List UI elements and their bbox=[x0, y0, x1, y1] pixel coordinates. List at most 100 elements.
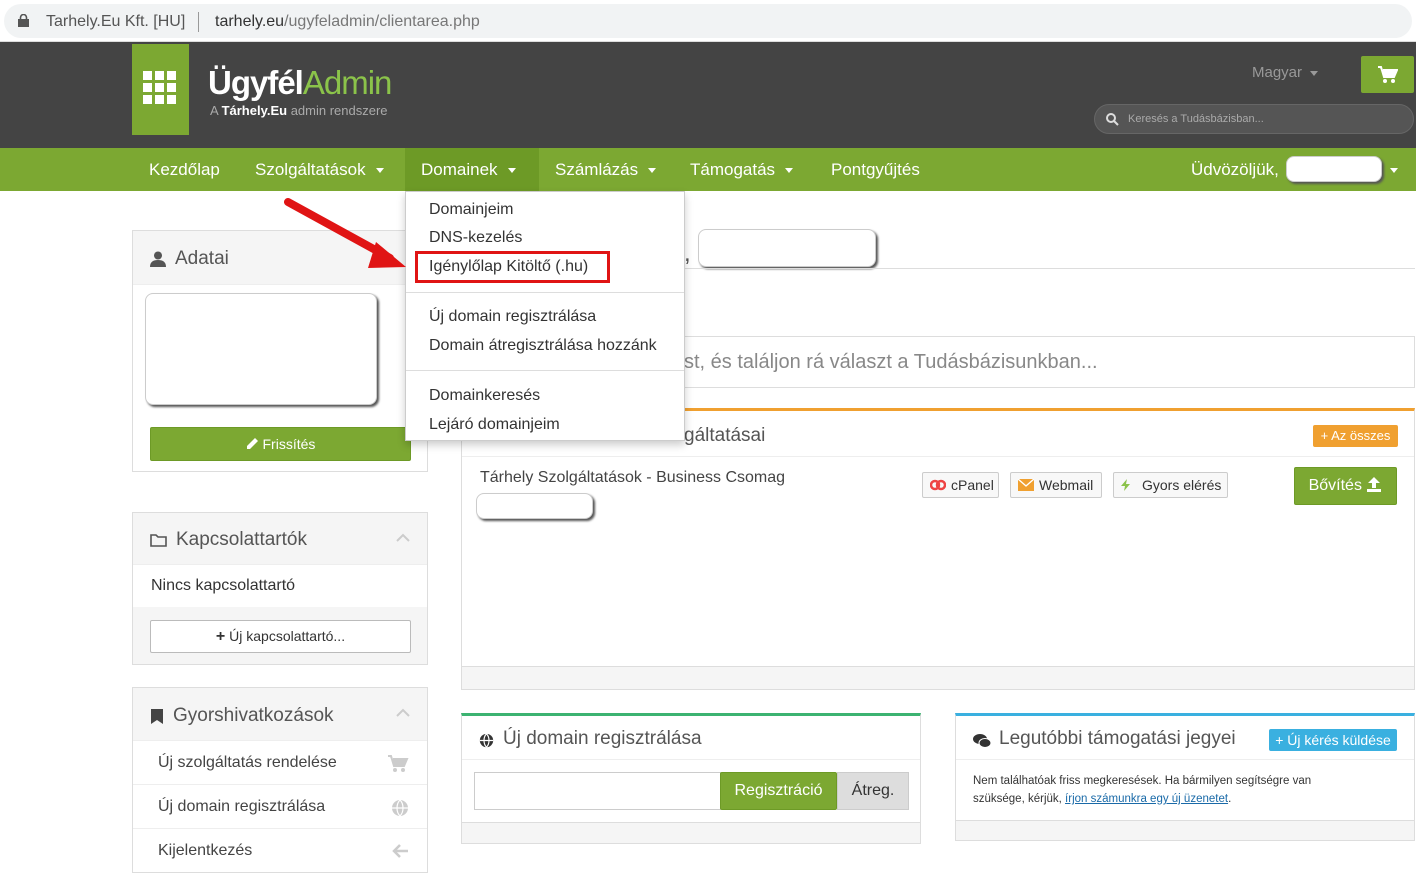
new-domain-title: Új domain regisztrálása bbox=[503, 728, 702, 749]
webmail-label: Webmail bbox=[1039, 477, 1094, 493]
tickets-text-period: . bbox=[1228, 793, 1232, 805]
shortcut-label: Új szolgáltatás rendelése bbox=[158, 754, 337, 771]
quick-access-link[interactable]: Gyors elérés bbox=[1113, 472, 1228, 498]
kb-main-search-input[interactable]: st, és találjon rá választ a Tudásbázisu… bbox=[684, 336, 1415, 388]
nav-home[interactable]: Kezdőlap bbox=[149, 148, 220, 191]
tickets-footer bbox=[956, 820, 1414, 840]
menu-divider bbox=[406, 292, 684, 293]
shortcuts-title: Gyorshivatkozások bbox=[173, 705, 334, 726]
chevron-down-icon bbox=[785, 168, 794, 174]
menu-divider bbox=[406, 370, 684, 371]
comments-icon bbox=[973, 734, 991, 748]
address-divider bbox=[198, 12, 199, 32]
nav-billing-label: Számlázás bbox=[555, 160, 639, 179]
logo-subtitle: A Tárhely.Eu admin rendszere bbox=[210, 103, 388, 118]
chevron-up-icon[interactable] bbox=[396, 708, 410, 717]
site-identity[interactable]: Tarhely.Eu Kft. [HU] bbox=[46, 13, 185, 31]
highlight-box bbox=[415, 251, 610, 283]
services-title: gáltatásai bbox=[684, 425, 766, 446]
new-ticket-button[interactable]: + Új kérés küldése bbox=[1269, 729, 1397, 751]
chevron-up-icon[interactable] bbox=[396, 533, 410, 542]
nav-domains[interactable]: Domainek bbox=[405, 148, 539, 191]
redacted-username bbox=[1286, 156, 1382, 182]
plus-icon: + bbox=[215, 628, 226, 645]
register-button[interactable]: Regisztráció bbox=[720, 772, 837, 810]
logo-sub-brand: Tárhely.Eu bbox=[221, 103, 288, 118]
user-greeting[interactable]: Üdvözöljük, bbox=[1191, 148, 1279, 191]
welcome-underline bbox=[684, 268, 1415, 269]
address-bar[interactable]: Tarhely.Eu Kft. [HU] tarhely.eu/ugyfelad… bbox=[4, 4, 1412, 38]
tickets-empty-text: Nem találhatóak friss megkeresések. Ha b… bbox=[973, 772, 1393, 808]
nav-billing[interactable]: Számlázás bbox=[555, 148, 657, 191]
contacts-title: Kapcsolattartók bbox=[176, 529, 307, 550]
shortcuts-header: Gyorshivatkozások bbox=[133, 688, 427, 740]
menu-item-my-domains[interactable]: Domainjeim bbox=[429, 201, 513, 219]
chevron-down-icon bbox=[1310, 70, 1319, 76]
pencil-icon bbox=[246, 438, 258, 449]
nav-domains-label: Domainek bbox=[421, 160, 498, 179]
logo-accent: Admin bbox=[302, 64, 393, 101]
upgrade-button[interactable]: Bővítés bbox=[1294, 467, 1397, 505]
shortcut-logout[interactable]: Kijelentkezés bbox=[133, 828, 427, 872]
shortcut-new-domain[interactable]: Új domain regisztrálása bbox=[133, 784, 427, 828]
new-contact-button[interactable]: + Új kapcsolattartó... bbox=[150, 620, 411, 653]
redacted-service-domain bbox=[476, 493, 593, 519]
redacted-address bbox=[145, 293, 377, 405]
contacts-header: Kapcsolattartók bbox=[133, 513, 427, 565]
cpanel-icon bbox=[930, 479, 946, 491]
search-icon bbox=[1106, 113, 1119, 126]
domain-input[interactable] bbox=[474, 772, 721, 810]
transfer-button[interactable]: Átreg. bbox=[837, 772, 909, 810]
tickets-panel: Legutóbbi támogatási jegyei + Új kérés k… bbox=[955, 713, 1415, 841]
main-nav: Kezdőlap Szolgáltatások Domainek Számláz… bbox=[0, 148, 1416, 191]
shortcut-new-service[interactable]: Új szolgáltatás rendelése bbox=[133, 740, 427, 784]
cart-button[interactable] bbox=[1361, 56, 1414, 93]
chevron-down-icon bbox=[648, 168, 657, 174]
shortcut-label: Kijelentkezés bbox=[158, 842, 253, 859]
nav-services[interactable]: Szolgáltatások bbox=[255, 148, 384, 191]
nav-support[interactable]: Támogatás bbox=[690, 148, 794, 191]
webmail-link[interactable]: Webmail bbox=[1010, 472, 1102, 498]
logo-sub-prefix: A bbox=[210, 103, 222, 118]
redacted-welcome-name bbox=[698, 229, 876, 267]
kb-search-input[interactable]: Keresés a Tudásbázisban... bbox=[1094, 104, 1414, 134]
refresh-button[interactable]: Frissítés bbox=[150, 427, 411, 461]
welcome-comma: , bbox=[684, 240, 691, 267]
service-name[interactable]: Tárhely Szolgáltatások - Business Csomag bbox=[480, 469, 785, 487]
language-selector[interactable]: Magyar bbox=[1252, 64, 1319, 81]
logo-title[interactable]: ÜgyfélAdmin bbox=[208, 64, 393, 102]
upload-icon bbox=[1367, 477, 1382, 492]
view-all-button[interactable]: + Az összes bbox=[1313, 425, 1398, 447]
transfer-label: Átreg. bbox=[851, 782, 895, 799]
nav-services-label: Szolgáltatások bbox=[255, 160, 366, 179]
menu-item-domain-search[interactable]: Domainkeresés bbox=[429, 387, 540, 405]
menu-item-register-domain[interactable]: Új domain regisztrálása bbox=[429, 308, 596, 326]
greeting-label: Üdvözöljük, bbox=[1191, 160, 1279, 179]
tickets-title: Legutóbbi támogatási jegyei bbox=[999, 728, 1236, 749]
menu-item-dns[interactable]: DNS-kezelés bbox=[429, 229, 522, 247]
chevron-down-icon bbox=[375, 168, 384, 174]
logo-grid-icon[interactable] bbox=[132, 44, 189, 135]
kb-main-search-placeholder: st, és találjon rá választ a Tudásbázisu… bbox=[684, 351, 1098, 373]
menu-item-expiring-domains[interactable]: Lejáró domainjeim bbox=[429, 416, 560, 434]
nav-points[interactable]: Pontgyűjtés bbox=[831, 148, 920, 191]
logo-sub-suffix: admin rendszere bbox=[287, 103, 388, 118]
lock-icon bbox=[18, 14, 29, 27]
details-title: Adatai bbox=[175, 248, 229, 269]
bolt-icon bbox=[1121, 479, 1130, 491]
menu-item-transfer-domain[interactable]: Domain átregisztrálása hozzánk bbox=[429, 337, 657, 355]
shortcuts-panel: Gyorshivatkozások Új szolgáltatás rendel… bbox=[132, 687, 428, 873]
nav-support-label: Támogatás bbox=[690, 160, 776, 179]
cart-icon bbox=[388, 755, 409, 772]
globe-icon bbox=[392, 799, 408, 817]
tickets-text-line2: szüksége, kérjük, bbox=[973, 793, 1066, 805]
new-message-link[interactable]: írjon számunkra egy új üzenetet bbox=[1065, 793, 1228, 805]
chevron-down-icon[interactable] bbox=[1390, 168, 1398, 173]
contacts-panel: Kapcsolattartók Nincs kapcsolattartó + Ú… bbox=[132, 512, 428, 665]
new-contact-label: Új kapcsolattartó... bbox=[229, 628, 346, 644]
annotation-arrow-icon bbox=[284, 198, 406, 268]
url-text[interactable]: tarhely.eu/ugyfeladmin/clientarea.php bbox=[215, 13, 480, 31]
register-label: Regisztráció bbox=[734, 782, 823, 799]
cpanel-link[interactable]: cPanel bbox=[922, 472, 999, 498]
domains-dropdown-menu: Domainjeim DNS-kezelés Igénylőlap Kitölt… bbox=[405, 191, 685, 441]
